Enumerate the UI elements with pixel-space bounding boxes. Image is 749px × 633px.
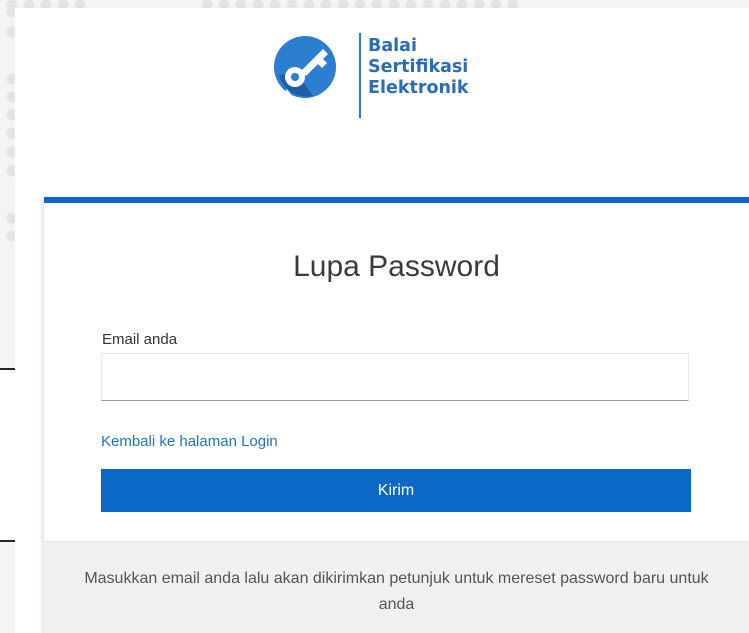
brand-name-line1: Balai <box>368 36 417 56</box>
brand-name-line2: Sertifikasi <box>368 57 469 77</box>
brand-name: Balai Sertifikasi Elektronik <box>368 36 469 99</box>
email-input[interactable] <box>101 353 689 401</box>
back-to-login-link[interactable]: Kembali ke halaman Login <box>101 433 278 450</box>
info-footer: Masukkan email anda lalu akan dikirimkan… <box>44 541 749 633</box>
brand-logo: Balai Sertifikasi Elektronik <box>273 33 469 118</box>
brand-name-line3: Elektronik <box>368 78 469 98</box>
forgot-password-card: Lupa Password Email anda Kembali ke hala… <box>44 197 749 633</box>
page-title: Lupa Password <box>293 250 500 283</box>
info-text: Masukkan email anda lalu akan dikirimkan… <box>84 570 709 613</box>
email-label: Email anda <box>102 331 178 348</box>
key-circle-icon <box>274 36 336 98</box>
submit-button[interactable]: Kirim <box>101 469 691 512</box>
logo-divider <box>359 33 361 118</box>
